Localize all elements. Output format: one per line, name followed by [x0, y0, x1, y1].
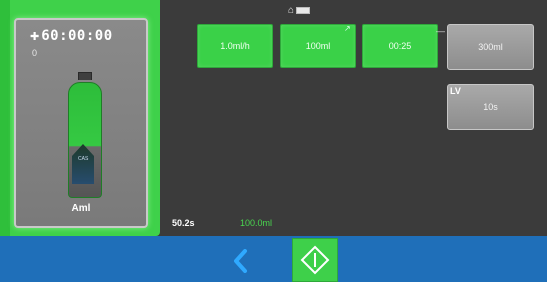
marker-icon: ↗	[344, 24, 351, 33]
lv-label: LV	[450, 86, 461, 96]
bottom-nav	[0, 236, 547, 282]
drug-name: Aml	[71, 203, 91, 214]
start-button[interactable]	[292, 238, 338, 282]
infused-volume: 100.0ml	[240, 218, 273, 228]
total-volume-panel[interactable]: 300ml	[447, 24, 534, 70]
time-button[interactable]: 00:25	[362, 24, 438, 68]
status-bar: ⌂	[288, 5, 311, 16]
time-row: ✚ 60:00:00	[30, 28, 113, 44]
small-mark: 0	[32, 48, 38, 58]
plunger-label: CAS	[78, 156, 89, 162]
start-diamond-icon	[300, 245, 330, 275]
battery-icon	[296, 7, 311, 14]
syringe-cap	[78, 72, 92, 80]
chevron-left-icon	[234, 249, 247, 273]
panel-tick: —	[436, 26, 445, 36]
syringe-icon: CAS	[66, 72, 106, 200]
rate-button[interactable]: 1.0ml/h	[197, 24, 273, 68]
syringe-card[interactable]: ✚ 60:00:00 0 CAS Aml	[14, 18, 148, 228]
pump-screen: ✚ 60:00:00 0 CAS Aml ⌂ 1.0ml/h 100ml 00:…	[0, 0, 547, 282]
dose-icon: ✚	[30, 30, 40, 43]
wifi-icon: ⌂	[288, 5, 295, 16]
elapsed-info: 50.2s	[172, 218, 195, 228]
back-button[interactable]	[224, 244, 258, 278]
remaining-time: 60:00:00	[41, 28, 113, 44]
